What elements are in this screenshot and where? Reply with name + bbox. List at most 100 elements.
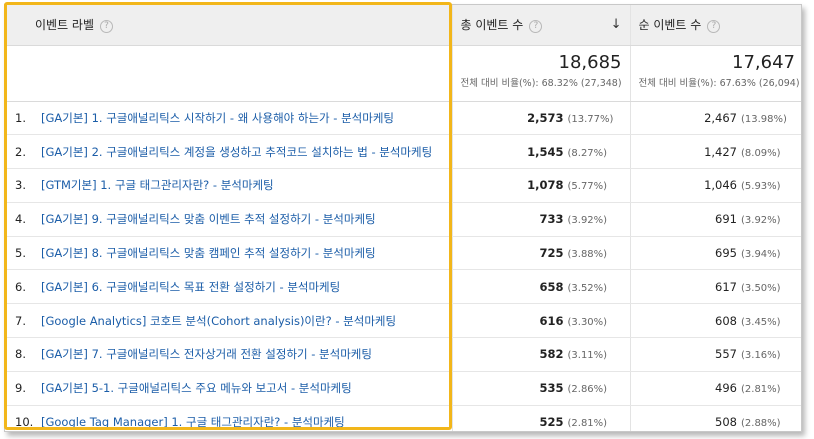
total-events-percent: (3.11%)	[567, 350, 608, 362]
total-events-cell: 725 (3.88%)	[452, 236, 631, 271]
column-header-total-events[interactable]: 총 이벤트 수? ↓	[452, 5, 631, 46]
event-label-link[interactable]: [GA기본] 1. 구글애널리틱스 시작하기 - 왜 사용해야 하는가 - 분석…	[41, 111, 394, 125]
unique-events-cell: 608 (3.45%)	[630, 303, 801, 339]
unique-events-percent: (2.88%)	[741, 418, 781, 430]
total-events-value: 616	[539, 313, 564, 328]
total-events-cell: 1,545 (8.27%)	[452, 134, 631, 170]
unique-events-cell: 1,427 (8.09%)	[630, 134, 801, 170]
sort-descending-arrow-icon[interactable]: ↓	[611, 17, 622, 32]
unique-events-cell: 691 (3.92%)	[630, 202, 801, 237]
summary-empty-cell	[5, 45, 453, 102]
unique-events-cell: 695 (3.94%)	[630, 236, 801, 271]
event-label-cell: 9. [GA기본] 5-1. 구글애널리틱스 주요 메뉴와 보고서 - 분석마케팅	[5, 371, 453, 406]
summary-unique-ratio: 전체 대비 비율(%): 67.63% (26,094)	[638, 77, 800, 89]
column-header-unique-events[interactable]: 순 이벤트 수?	[630, 5, 801, 46]
total-events-cell: 535 (2.86%)	[452, 371, 631, 406]
event-label-link[interactable]: [GA기본] 5-1. 구글애널리틱스 주요 메뉴와 보고서 - 분석마케팅	[41, 381, 352, 395]
total-events-percent: (3.88%)	[567, 249, 608, 261]
unique-events-value: 496	[715, 381, 737, 396]
row-rank: 2.	[15, 144, 26, 159]
event-label-link[interactable]: [GA기본] 8. 구글애널리틱스 맞춤 캠페인 추적 설정하기 - 분석마케팅	[41, 246, 376, 260]
total-events-percent: (2.86%)	[567, 384, 608, 396]
question-circle-icon[interactable]: ?	[707, 20, 721, 34]
total-events-value: 1,078	[527, 178, 564, 193]
table-row: 5. [GA기본] 8. 구글애널리틱스 맞춤 캠페인 추적 설정하기 - 분석마…	[5, 236, 801, 271]
table-row: 1. [GA기본] 1. 구글애널리틱스 시작하기 - 왜 사용해야 하는가 - …	[5, 101, 801, 136]
summary-total-events: 18,685 전체 대비 비율(%): 68.32% (27,348)	[452, 45, 631, 102]
row-rank: 10.	[15, 415, 34, 430]
event-label-cell: 8. [GA기본] 7. 구글애널리틱스 전자상거래 전환 설정하기 - 분석마케…	[5, 337, 453, 372]
unique-events-percent: (3.92%)	[741, 215, 781, 227]
total-events-value: 658	[539, 279, 564, 294]
row-rank: 9.	[15, 381, 26, 396]
row-rank: 6.	[15, 279, 26, 294]
unique-events-cell: 1,046 (5.93%)	[630, 168, 801, 203]
total-events-percent: (5.77%)	[567, 181, 608, 193]
table-row: 4. [GA기본] 9. 구글애널리틱스 맞춤 이벤트 추적 설정하기 - 분석마…	[5, 202, 801, 237]
total-events-percent: (13.77%)	[567, 113, 614, 125]
unique-events-value: 608	[715, 313, 737, 328]
total-events-percent: (3.92%)	[567, 215, 608, 227]
column-header-label: 순 이벤트 수	[638, 18, 702, 33]
unique-events-percent: (3.45%)	[741, 316, 781, 328]
total-events-cell: 2,573 (13.77%)	[452, 101, 631, 136]
row-rank: 4.	[15, 212, 26, 227]
total-events-value: 582	[539, 347, 564, 362]
event-label-cell: 1. [GA기본] 1. 구글애널리틱스 시작하기 - 왜 사용해야 하는가 - …	[5, 101, 453, 136]
row-rank: 1.	[15, 110, 26, 125]
event-label-cell: 10. [Google Tag Manager] 1. 구글 태그관리자란? - …	[5, 405, 453, 431]
unique-events-percent: (8.09%)	[741, 147, 781, 159]
event-label-cell: 4. [GA기본] 9. 구글애널리틱스 맞춤 이벤트 추적 설정하기 - 분석마…	[5, 202, 453, 237]
question-circle-icon[interactable]: ?	[100, 20, 114, 34]
summary-unique-value: 17,647	[732, 51, 795, 73]
total-events-percent: (3.30%)	[567, 316, 608, 328]
event-label-cell: 2. [GA기본] 2. 구글애널리틱스 계정을 생성하고 추적코드 설치하는 법…	[5, 134, 453, 170]
event-label-table: 이벤트 라벨? 총 이벤트 수? ↓ 순 이벤트 수? 18,685 전체 대비…	[5, 5, 801, 431]
table-row: 6. [GA기본] 6. 구글애널리틱스 목표 전환 설정하기 - 분석마케팅 65…	[5, 269, 801, 305]
event-label-cell: 6. [GA기본] 6. 구글애널리틱스 목표 전환 설정하기 - 분석마케팅	[5, 269, 453, 305]
unique-events-percent: (3.94%)	[741, 249, 781, 261]
table-row: 3. [GTM기본] 1. 구글 태그관리자란? - 분석마케팅 1,078 (5.7…	[5, 168, 801, 203]
row-rank: 8.	[15, 347, 26, 362]
summary-unique-events: 17,647 전체 대비 비율(%): 67.63% (26,094)	[630, 45, 801, 102]
row-rank: 3.	[15, 178, 26, 193]
unique-events-percent: (2.81%)	[741, 384, 781, 396]
row-rank: 5.	[15, 246, 26, 261]
total-events-cell: 733 (3.92%)	[452, 202, 631, 237]
unique-events-percent: (3.50%)	[741, 282, 781, 294]
table-header-row: 이벤트 라벨? 총 이벤트 수? ↓ 순 이벤트 수?	[5, 5, 801, 46]
table-row: 9. [GA기본] 5-1. 구글애널리틱스 주요 메뉴와 보고서 - 분석마케팅…	[5, 371, 801, 406]
event-label-link[interactable]: [GTM기본] 1. 구글 태그관리자란? - 분석마케팅	[41, 178, 274, 192]
table-row: 8. [GA기본] 7. 구글애널리틱스 전자상거래 전환 설정하기 - 분석마케…	[5, 337, 801, 372]
table-row: 10. [Google Tag Manager] 1. 구글 태그관리자란? - …	[5, 405, 801, 431]
column-header-label: 총 이벤트 수	[460, 18, 524, 33]
total-events-cell: 582 (3.11%)	[452, 337, 631, 372]
table-row: 2. [GA기본] 2. 구글애널리틱스 계정을 생성하고 추적코드 설치하는 법…	[5, 134, 801, 170]
event-label-link[interactable]: [GA기본] 7. 구글애널리틱스 전자상거래 전환 설정하기 - 분석마케팅	[41, 347, 372, 361]
total-events-value: 725	[539, 246, 564, 261]
unique-events-percent: (5.93%)	[741, 181, 781, 193]
total-events-cell: 658 (3.52%)	[452, 269, 631, 305]
event-label-link[interactable]: [Google Tag Manager] 1. 구글 태그관리자란? - 분석마…	[41, 415, 345, 429]
question-circle-icon[interactable]: ?	[529, 20, 543, 34]
unique-events-value: 557	[715, 347, 737, 362]
total-events-cell: 616 (3.30%)	[452, 303, 631, 339]
unique-events-value: 1,427	[704, 144, 737, 159]
column-header-event-label[interactable]: 이벤트 라벨?	[5, 5, 453, 46]
unique-events-cell: 508 (2.88%)	[630, 405, 801, 431]
unique-events-value: 695	[715, 246, 737, 261]
event-label-link[interactable]: [Google Analytics] 코호트 분석(Cohort analysi…	[41, 314, 396, 328]
table-row: 7. [Google Analytics] 코호트 분석(Cohort analy…	[5, 303, 801, 339]
event-report-table-panel: 이벤트 라벨? 총 이벤트 수? ↓ 순 이벤트 수? 18,685 전체 대비…	[4, 4, 802, 432]
unique-events-value: 1,046	[704, 178, 737, 193]
unique-events-cell: 557 (3.16%)	[630, 337, 801, 372]
unique-events-value: 617	[715, 279, 737, 294]
unique-events-cell: 496 (2.81%)	[630, 371, 801, 406]
event-label-cell: 5. [GA기본] 8. 구글애널리틱스 맞춤 캠페인 추적 설정하기 - 분석마…	[5, 236, 453, 271]
event-label-cell: 7. [Google Analytics] 코호트 분석(Cohort analy…	[5, 303, 453, 339]
unique-events-cell: 617 (3.50%)	[630, 269, 801, 305]
unique-events-value: 691	[715, 212, 737, 227]
event-label-link[interactable]: [GA기본] 6. 구글애널리틱스 목표 전환 설정하기 - 분석마케팅	[41, 280, 340, 294]
event-label-link[interactable]: [GA기본] 9. 구글애널리틱스 맞춤 이벤트 추적 설정하기 - 분석마케팅	[41, 212, 376, 226]
event-label-link[interactable]: [GA기본] 2. 구글애널리틱스 계정을 생성하고 추적코드 설치하는 법 -…	[41, 145, 432, 159]
